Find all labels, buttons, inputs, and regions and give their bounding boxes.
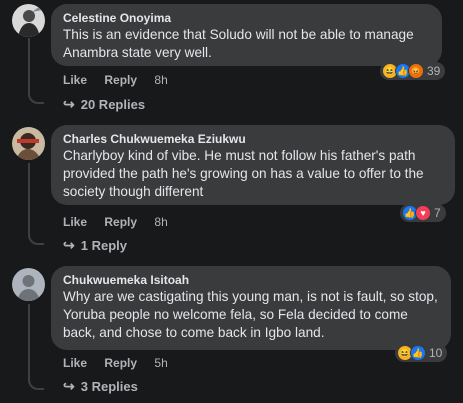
author-name[interactable]: Charles Chukwuemeka Eziukwu bbox=[63, 131, 443, 147]
thread-line bbox=[28, 304, 30, 376]
reactions-summary[interactable]: 😆 👍 😡 39 bbox=[380, 62, 446, 80]
like-button[interactable]: Like bbox=[63, 356, 87, 370]
reply-arrow-icon: ↪ bbox=[63, 96, 75, 112]
like-button[interactable]: Like bbox=[63, 73, 87, 87]
reply-button[interactable]: Reply bbox=[104, 215, 137, 229]
comment-text: Why are we castigating this young man, i… bbox=[63, 289, 438, 340]
replies-count-label: 20 Replies bbox=[80, 97, 146, 112]
like-reaction-icon: 👍 bbox=[410, 345, 426, 361]
author-name[interactable]: Celestine Onoyima bbox=[63, 10, 430, 26]
timestamp[interactable]: 8h bbox=[154, 73, 167, 87]
view-replies-button[interactable]: ↪ 3 Replies bbox=[63, 378, 138, 395]
love-reaction-icon: ♥ bbox=[415, 205, 431, 221]
avatar[interactable] bbox=[12, 127, 45, 160]
reply-button[interactable]: Reply bbox=[104, 73, 137, 87]
comment-bubble: Celestine Onoyima This is an evidence th… bbox=[51, 4, 442, 66]
reaction-count: 10 bbox=[429, 346, 443, 360]
view-replies-button[interactable]: ↪ 20 Replies bbox=[63, 96, 145, 113]
thread-connector bbox=[28, 231, 44, 245]
angry-reaction-icon: 😡 bbox=[408, 63, 424, 79]
reaction-count: 39 bbox=[427, 64, 441, 78]
avatar[interactable] bbox=[12, 268, 45, 301]
thread-connector bbox=[28, 90, 44, 104]
comment-actions: Like Reply 8h bbox=[63, 73, 182, 87]
thread-line bbox=[28, 38, 30, 90]
reactions-summary[interactable]: 😆 👍 10 bbox=[395, 344, 448, 362]
reply-button[interactable]: Reply bbox=[104, 356, 137, 370]
timestamp[interactable]: 8h bbox=[154, 215, 167, 229]
reaction-count: 7 bbox=[434, 206, 441, 220]
comment-bubble: Charles Chukwuemeka Eziukwu Charlyboy ki… bbox=[51, 125, 455, 205]
view-replies-button[interactable]: ↪ 1 Reply bbox=[63, 237, 127, 254]
avatar[interactable] bbox=[12, 4, 45, 37]
like-button[interactable]: Like bbox=[63, 215, 87, 229]
comment-text: Charlyboy kind of vibe. He must not foll… bbox=[63, 148, 424, 199]
thread-connector bbox=[28, 376, 44, 390]
reactions-summary[interactable]: 👍 ♥ 7 bbox=[400, 204, 446, 222]
comment-actions: Like Reply 8h bbox=[63, 215, 182, 229]
comment-bubble: Chukwuemeka Isitoah Why are we castigati… bbox=[51, 266, 451, 350]
replies-count-label: 3 Replies bbox=[80, 379, 138, 394]
comment-text: This is an evidence that Soludo will not… bbox=[63, 27, 414, 60]
timestamp[interactable]: 5h bbox=[154, 356, 167, 370]
reply-arrow-icon: ↪ bbox=[63, 378, 75, 394]
comment-actions: Like Reply 5h bbox=[63, 356, 182, 370]
author-name[interactable]: Chukwuemeka Isitoah bbox=[63, 272, 439, 288]
reply-arrow-icon: ↪ bbox=[63, 237, 75, 253]
replies-count-label: 1 Reply bbox=[80, 238, 127, 253]
thread-line bbox=[28, 163, 30, 231]
